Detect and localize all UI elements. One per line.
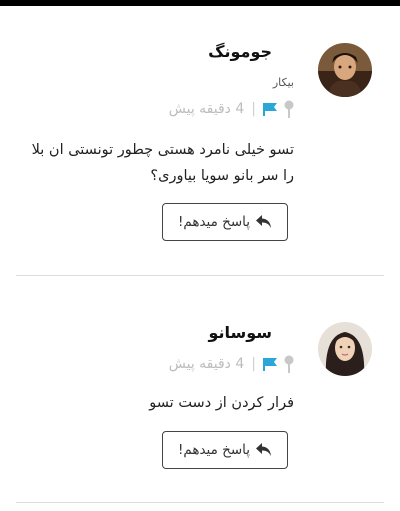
meta-separator: |: [251, 356, 256, 372]
divider: [16, 275, 384, 276]
reply-icon: [256, 443, 272, 457]
flag-icon[interactable]: [263, 357, 277, 371]
timestamp: 4 دقیقه پیش: [168, 101, 245, 117]
flag-icon[interactable]: [263, 102, 277, 116]
reply-label: پاسخ میدهم!: [177, 214, 251, 230]
pin-icon: [284, 355, 294, 373]
timestamp: 4 دقیقه پیش: [168, 356, 245, 372]
comment-meta: | 4 دقیقه پیش: [169, 100, 294, 118]
reply-button[interactable]: پاسخ میدهم!: [162, 431, 288, 469]
comment-text: فرار کردن از دست تسو: [149, 395, 294, 411]
reply-label: پاسخ میدهم!: [177, 442, 251, 458]
comment-text: تسو خیلی نامرد هستی چطور تونستی ان بلا ر…: [31, 142, 294, 184]
pin-icon: [284, 100, 294, 118]
comment-meta: | 4 دقیقه پیش: [169, 355, 294, 373]
divider: [16, 502, 384, 503]
top-bar: [0, 0, 400, 6]
author-name[interactable]: سوسانو: [208, 323, 272, 342]
reply-button[interactable]: پاسخ میدهم!: [162, 203, 288, 241]
reply-icon: [256, 215, 272, 229]
meta-separator: |: [251, 101, 256, 117]
avatar[interactable]: [318, 43, 372, 97]
author-role: بیکار: [272, 76, 294, 89]
author-name[interactable]: جومونگ: [208, 42, 272, 61]
avatar[interactable]: [318, 322, 372, 376]
